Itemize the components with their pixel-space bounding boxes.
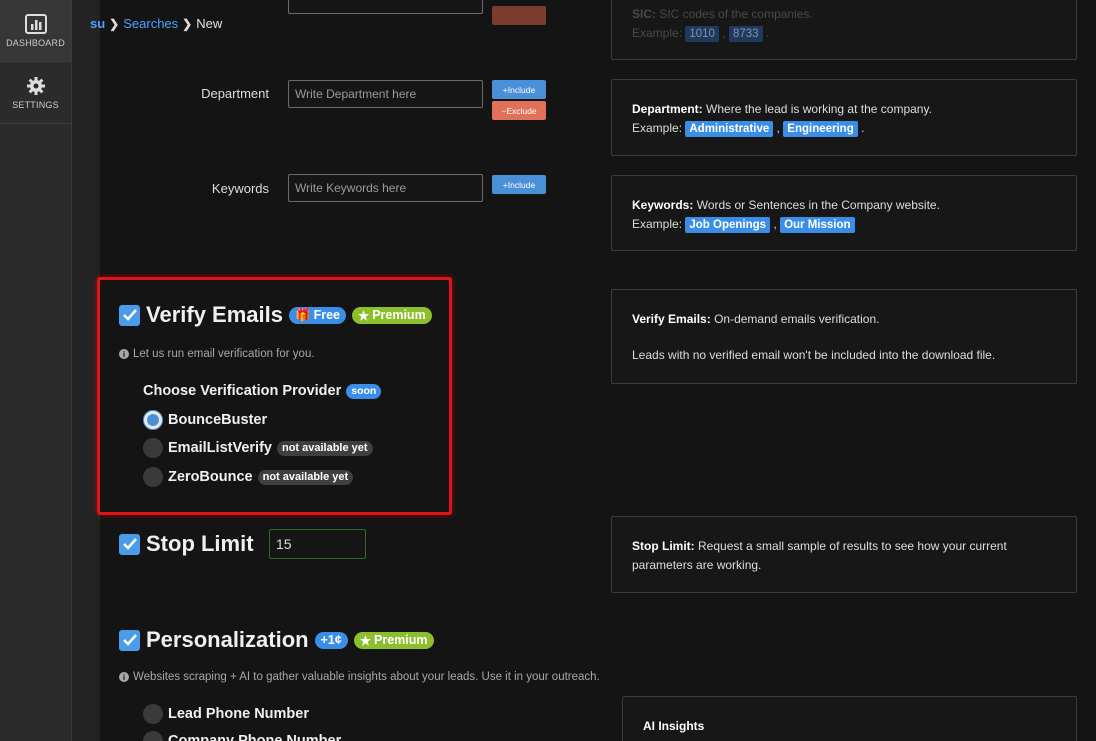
not-available-badge: not available yet xyxy=(257,469,354,485)
radio-button[interactable] xyxy=(143,704,163,724)
stop-limit-help-box: Stop Limit: Request a small sample of re… xyxy=(611,516,1077,593)
checkmark-icon xyxy=(122,538,137,550)
gear-icon xyxy=(26,76,45,95)
breadcrumb-current: New xyxy=(196,16,223,31)
keywords-label: Keywords xyxy=(211,181,269,196)
radio-button[interactable] xyxy=(143,410,163,430)
keywords-input[interactable] xyxy=(288,174,483,202)
stop-limit-checkbox[interactable] xyxy=(119,533,140,555)
info-icon: i xyxy=(119,672,129,682)
provider-option-bouncebuster[interactable]: BounceBuster xyxy=(143,410,267,430)
department-label: Department xyxy=(201,86,269,101)
star-icon: ★ xyxy=(359,633,372,648)
sidebar-item-label: SETTINGS xyxy=(12,99,59,110)
info-icon: i xyxy=(119,349,129,359)
soon-badge: soon xyxy=(346,383,382,399)
sic-help-box: SIC: SIC codes of the companies. Example… xyxy=(611,0,1077,60)
example-tag: Job Openings xyxy=(685,217,771,233)
radio-button[interactable] xyxy=(143,731,163,741)
provider-option-emaillistverify[interactable]: EmailListVerify not available yet xyxy=(143,438,373,458)
department-include-button[interactable]: + Include xyxy=(492,80,546,99)
checkmark-icon xyxy=(122,309,137,321)
premium-badge: ★ Premium xyxy=(351,306,432,324)
personalization-option-lead-phone[interactable]: Lead Phone Number xyxy=(143,704,309,724)
department-input[interactable] xyxy=(288,80,483,108)
verify-emails-checkbox[interactable] xyxy=(119,304,140,326)
verification-provider-title: Choose Verification Provider soon xyxy=(143,383,382,399)
sidebar-item-settings[interactable]: SETTINGS xyxy=(0,62,71,124)
radio-button[interactable] xyxy=(143,467,163,487)
keywords-help-box: Keywords: Words or Sentences in the Comp… xyxy=(611,175,1077,251)
ai-insights-help-box: AI Insights xyxy=(622,696,1077,741)
example-tag: Engineering xyxy=(783,121,858,137)
verify-emails-title: Verify Emails 🎁 Free ★ Premium xyxy=(119,302,432,328)
breadcrumb-searches[interactable]: Searches xyxy=(123,16,178,31)
free-badge: 🎁 Free xyxy=(288,306,346,324)
personalization-checkbox[interactable] xyxy=(119,629,140,651)
sidebar: DASHBOARD SETTINGS xyxy=(0,0,72,741)
personalization-option-company-phone[interactable]: Company Phone Number xyxy=(143,731,341,741)
keywords-include-button[interactable]: + Include xyxy=(492,175,546,194)
department-help-box: Department: Where the lead is working at… xyxy=(611,79,1077,156)
not-available-badge: not available yet xyxy=(276,440,373,456)
breadcrumb: su ❯ Searches ❯ New xyxy=(90,16,222,31)
breadcrumb-root[interactable]: su xyxy=(90,16,105,31)
chevron-right-icon: ❯ xyxy=(182,16,193,31)
verify-emails-note: i Let us run email verification for you. xyxy=(119,348,315,360)
premium-badge: ★ Premium xyxy=(353,631,434,649)
sidebar-item-dashboard[interactable]: DASHBOARD xyxy=(0,0,71,62)
stop-limit-title: Stop Limit xyxy=(119,531,254,557)
star-icon: ★ xyxy=(357,308,370,323)
checkmark-icon xyxy=(122,634,137,646)
verify-emails-help-box: Verify Emails: On-demand emails verifica… xyxy=(611,289,1077,384)
personalization-note: i Websites scraping + AI to gather valua… xyxy=(119,671,600,683)
cost-badge: +1¢ xyxy=(314,631,348,649)
example-tag: Our Mission xyxy=(780,217,855,233)
sic-exclude-button[interactable] xyxy=(492,6,546,25)
sidebar-item-label: DASHBOARD xyxy=(6,37,65,48)
gift-icon: 🎁 xyxy=(294,307,311,322)
department-exclude-button[interactable]: − Exclude xyxy=(492,101,546,120)
example-tag: Administrative xyxy=(685,121,774,137)
stop-limit-input[interactable] xyxy=(269,529,366,559)
chevron-right-icon: ❯ xyxy=(109,16,120,31)
sic-input[interactable] xyxy=(288,0,483,14)
provider-option-zerobounce[interactable]: ZeroBounce not available yet xyxy=(143,467,354,487)
bar-chart-icon xyxy=(24,13,47,34)
personalization-title: Personalization +1¢ ★ Premium xyxy=(119,627,434,653)
radio-button[interactable] xyxy=(143,438,163,458)
content-gutter xyxy=(72,0,100,741)
